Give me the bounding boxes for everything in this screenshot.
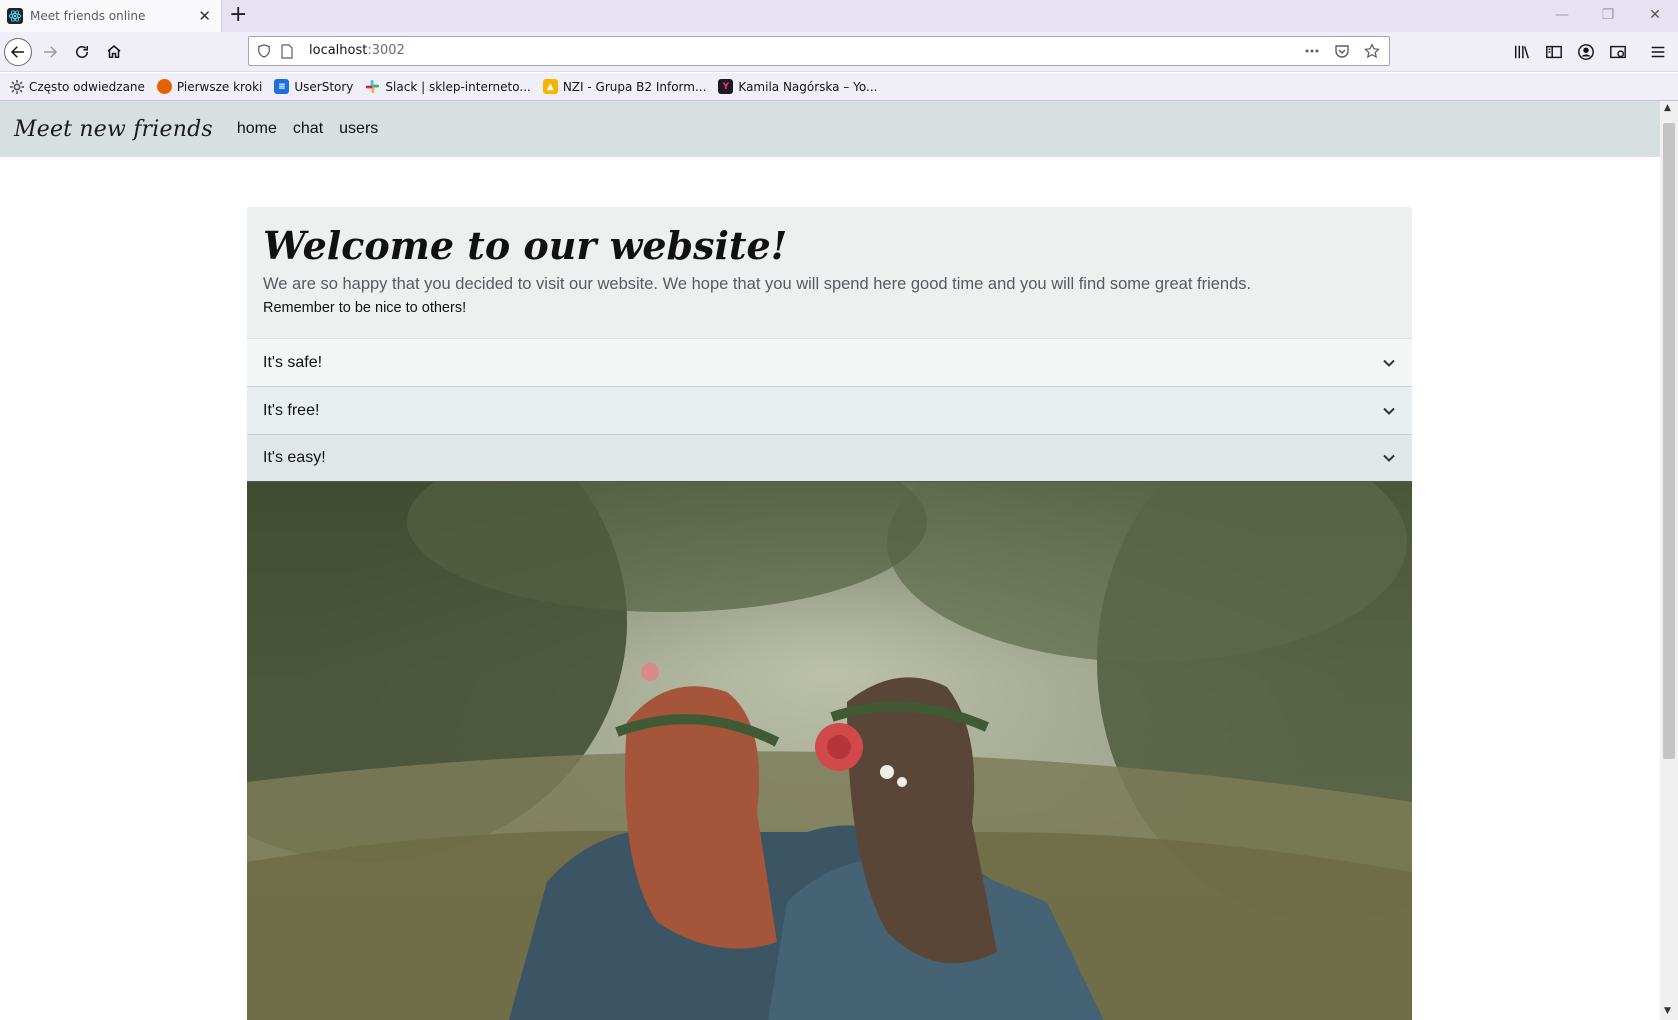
site-navbar: Meet new friends home chat users	[0, 101, 1660, 157]
page-icon[interactable]	[281, 44, 293, 59]
site-brand[interactable]: Meet new friends	[14, 117, 213, 142]
pocket-icon[interactable]	[1333, 42, 1351, 60]
sidebar-icon[interactable]	[1544, 42, 1564, 62]
chevron-down-icon	[1383, 454, 1395, 462]
arrow-left-icon	[10, 46, 24, 58]
menu-icon[interactable]	[1648, 42, 1668, 62]
arrow-right-icon	[44, 46, 58, 58]
accordion-label: It's easy!	[263, 449, 326, 466]
screenshot-icon[interactable]	[1608, 42, 1628, 62]
bookmark-item[interactable]: Często odwiedzane	[10, 79, 145, 94]
url-text[interactable]: localhost:3002	[309, 43, 405, 58]
accordion-item-free[interactable]: It's free!	[247, 386, 1412, 434]
account-icon[interactable]	[1576, 42, 1596, 62]
accordion-label: It's safe!	[263, 353, 323, 371]
nav-link-home[interactable]: home	[237, 120, 277, 138]
hero-photo	[247, 482, 1412, 1020]
yt-icon: Y	[718, 79, 734, 94]
doc-icon: ≡	[274, 79, 290, 94]
react-icon	[7, 8, 23, 24]
gear-icon	[10, 79, 24, 94]
lead-text: We are so happy that you decided to visi…	[263, 275, 1252, 293]
close-tab-icon[interactable]: ✕	[198, 8, 211, 24]
page-scrollbar[interactable]: ▲ ▼	[1660, 101, 1678, 1020]
restore-button[interactable]: ❐	[1598, 5, 1618, 25]
bookmarks-bar: Często odwiedzane Pierwsze kroki ≡ UserS…	[0, 73, 1678, 101]
jumbotron: Welcome to our website! We are so happy …	[247, 207, 1412, 338]
classroom-icon: ▲	[542, 79, 558, 94]
firefox-icon	[156, 79, 172, 94]
accordion-label: It's free!	[263, 401, 320, 419]
back-button[interactable]	[4, 38, 32, 66]
tab-bar: Meet friends online ✕ + — ❐ ✕	[0, 0, 1678, 32]
browser-toolbar: localhost:3002	[0, 32, 1678, 72]
forward-button[interactable]	[36, 38, 64, 66]
bookmark-item[interactable]: Y Kamila Nagórska – Yo...	[718, 79, 877, 94]
shield-icon[interactable]	[257, 44, 271, 58]
nav-link-users[interactable]: users	[339, 120, 378, 138]
bookmark-star-icon[interactable]	[1363, 42, 1381, 60]
tab-title: Meet friends online	[30, 9, 146, 23]
library-icon[interactable]	[1512, 42, 1532, 62]
welcome-card: Welcome to our website! We are so happy …	[247, 207, 1412, 1020]
home-icon	[107, 45, 121, 58]
note-text: Remember to be nice to others!	[263, 300, 467, 316]
slack-icon	[366, 79, 380, 94]
home-button[interactable]	[100, 38, 128, 66]
page-title: Welcome to our website!	[263, 223, 788, 268]
reload-icon	[76, 46, 88, 58]
scroll-up-icon[interactable]: ▲	[1664, 103, 1671, 113]
close-window-button[interactable]: ✕	[1645, 5, 1665, 25]
bookmark-item[interactable]: ≡ UserStory	[274, 79, 353, 94]
accordion-item-safe[interactable]: It's safe!	[247, 338, 1412, 386]
accordion-item-easy[interactable]: It's easy!	[247, 434, 1412, 482]
bookmark-item[interactable]: Pierwsze kroki	[156, 79, 262, 94]
scroll-thumb[interactable]	[1663, 123, 1675, 759]
chevron-down-icon	[1383, 359, 1395, 367]
bookmark-item[interactable]: ▲ NZI - Grupa B2 Inform...	[542, 79, 706, 94]
url-bar[interactable]: localhost:3002	[248, 36, 1390, 66]
nav-link-chat[interactable]: chat	[293, 120, 323, 138]
bookmark-item[interactable]: Slack | sklep-interneto...	[365, 79, 531, 94]
reload-button[interactable]	[68, 38, 96, 66]
browser-tab[interactable]: Meet friends online ✕	[0, 0, 222, 32]
minimize-button[interactable]: —	[1552, 5, 1572, 25]
more-icon[interactable]	[1303, 42, 1321, 60]
chevron-down-icon	[1383, 407, 1395, 415]
new-tab-button[interactable]: +	[229, 3, 247, 27]
scroll-down-icon[interactable]: ▼	[1664, 1006, 1671, 1016]
page-viewport: Meet new friends home chat users Welcome…	[0, 101, 1660, 1020]
